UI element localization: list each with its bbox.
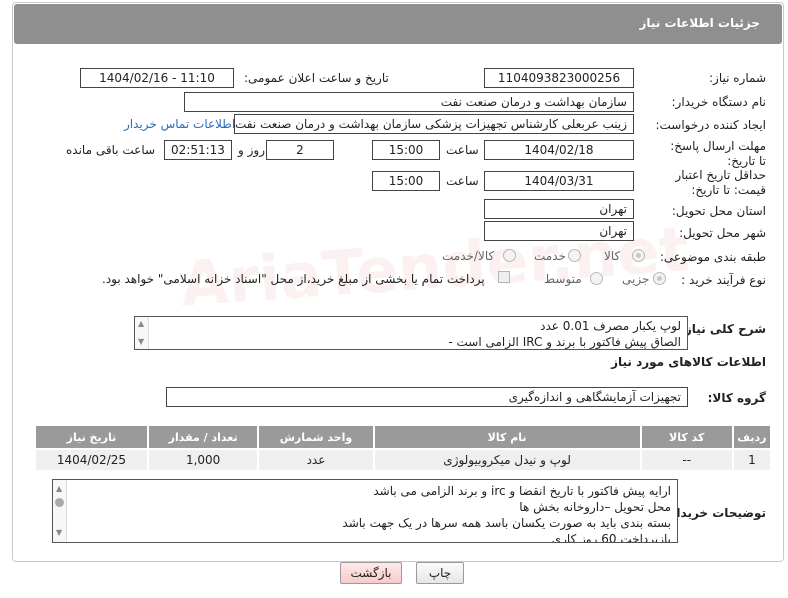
buyer-label: نام دستگاه خریدار: bbox=[671, 95, 767, 109]
remaining-time-field: 02:51:13 bbox=[164, 140, 232, 160]
city-field: تهران bbox=[484, 221, 634, 241]
category-option-service: خدمت bbox=[534, 249, 566, 263]
buyer-note-line-3: بسته بندی باید به صورت یکسان باسد همه سر… bbox=[342, 516, 671, 530]
col-header-item-name: نام کالا bbox=[372, 424, 642, 450]
announce-field: 1404/02/16 - 11:10 bbox=[80, 68, 234, 88]
city-label: شهر محل تحویل: bbox=[679, 226, 766, 240]
col-header-item-code: کد کالا bbox=[639, 424, 734, 450]
category-option-both: کالا/خدمت bbox=[442, 249, 495, 263]
buyer-field: سازمان بهداشت و درمان صنعت نفت bbox=[184, 92, 634, 112]
scroll-down-icon[interactable]: ▼ bbox=[56, 528, 62, 537]
category-label: طبقه بندی موضوعی: bbox=[659, 250, 766, 264]
days-label: روز و bbox=[238, 143, 265, 157]
summary-scrollbar[interactable]: ▲ ▼ bbox=[135, 317, 149, 349]
col-header-unit: واحد شمارش bbox=[257, 424, 375, 450]
category-radio-service[interactable] bbox=[568, 249, 581, 262]
page-title: جزئیات اطلاعات نیاز bbox=[639, 16, 760, 30]
process-option-minor: جزیی bbox=[622, 272, 650, 286]
header-bar: جزئیات اطلاعات نیاز bbox=[14, 4, 782, 44]
validity-time-label: ساعت bbox=[446, 174, 479, 188]
col-header-quantity: تعداد / مقدار bbox=[146, 424, 260, 450]
goods-section-title: اطلاعات کالاهای مورد نیاز bbox=[611, 355, 766, 369]
treasury-checkbox[interactable] bbox=[498, 271, 510, 283]
summary-line-1: لوپ یکبار مصرف 0.01 عدد bbox=[540, 319, 681, 333]
col-header-need-date: تاریخ نیاز bbox=[34, 424, 149, 450]
table-row: 1 -- لوپ و نیدل میکروبیولوژی عدد 1,000 1… bbox=[34, 448, 773, 472]
deadline-time-label: ساعت bbox=[446, 143, 479, 157]
buyer-note-line-2: محل تحویل –داروخانه بخش ها bbox=[519, 500, 671, 514]
remaining-label: ساعت باقی مانده bbox=[66, 143, 156, 157]
category-radio-both[interactable] bbox=[503, 249, 516, 262]
buyer-note-line-4: بازپرداخت 60 روز کاری bbox=[551, 532, 671, 543]
buyer-notes-scrollbar[interactable]: ▲ ▼ bbox=[53, 480, 67, 542]
goods-table: ردیف کد کالا نام کالا واحد شمارش تعداد /… bbox=[34, 424, 773, 472]
cell-quantity: 1,000 bbox=[146, 448, 260, 472]
summary-label: شرح کلی نیاز: bbox=[680, 322, 766, 336]
process-label: نوع فرآیند خرید : bbox=[681, 273, 766, 287]
category-option-goods: کالا bbox=[604, 249, 621, 263]
deadline-date-field: 1404/02/18 bbox=[484, 140, 634, 160]
summary-textarea[interactable]: لوپ یکبار مصرف 0.01 عدد الصاق پیش فاکتور… bbox=[134, 316, 688, 350]
cell-item-code: -- bbox=[639, 448, 734, 472]
validity-date-field: 1404/03/31 bbox=[484, 171, 634, 191]
process-option-medium: متوسط bbox=[544, 272, 582, 286]
deadline-time-field: 15:00 bbox=[372, 140, 440, 160]
province-label: استان محل تحویل: bbox=[671, 204, 766, 218]
treasury-note: پرداخت تمام یا بخشی از مبلغ خرید،از محل … bbox=[102, 272, 485, 286]
creator-field: زینب عربعلی کارشناس تجهیزات پزشکی سازمان… bbox=[234, 114, 634, 134]
buyer-notes-label: توضیحات خریدار: bbox=[664, 506, 766, 520]
buyer-notes-textarea[interactable]: ارایه پیش فاکتور با تاریخ انقضا و irc و … bbox=[52, 479, 678, 543]
back-button[interactable]: بازگشت bbox=[340, 562, 402, 584]
cell-unit: عدد bbox=[257, 448, 375, 472]
goods-group-label: گروه کالا: bbox=[707, 391, 766, 405]
scroll-up-icon[interactable]: ▲ bbox=[138, 319, 144, 328]
validity-label: حداقل تاریخ اعتبار قیمت: تا تاریخ: bbox=[675, 168, 766, 197]
buyer-contact-link[interactable]: اطلاعات تماس خریدار bbox=[124, 117, 235, 131]
validity-time-field: 15:00 bbox=[372, 171, 440, 191]
announce-label: تاریخ و ساعت اعلان عمومی: bbox=[244, 71, 389, 85]
summary-line-2: الصاق پیش فاکتور با برند و IRC الزامی اس… bbox=[448, 335, 681, 349]
cell-item-name: لوپ و نیدل میکروبیولوژی bbox=[372, 448, 642, 472]
cell-row-number: 1 bbox=[731, 448, 773, 472]
days-field: 2 bbox=[266, 140, 334, 160]
table-header-row: ردیف کد کالا نام کالا واحد شمارش تعداد /… bbox=[34, 424, 773, 450]
buyer-note-line-1: ارایه پیش فاکتور با تاریخ انقضا و irc و … bbox=[373, 484, 671, 498]
col-header-row-number: ردیف bbox=[731, 424, 773, 450]
scroll-thumb-icon[interactable] bbox=[55, 498, 64, 507]
need-number-label: شماره نیاز: bbox=[709, 71, 766, 85]
deadline-label: مهلت ارسال پاسخ: تا تاریخ: bbox=[670, 139, 766, 168]
creator-label: ایجاد کننده درخواست: bbox=[655, 118, 766, 132]
goods-group-field: تجهیزات آزمایشگاهی و اندازه‌گیری bbox=[166, 387, 688, 407]
cell-need-date: 1404/02/25 bbox=[34, 448, 149, 472]
province-field: تهران bbox=[484, 199, 634, 219]
scroll-up-icon[interactable]: ▲ bbox=[56, 484, 62, 493]
process-radio-medium[interactable] bbox=[590, 272, 603, 285]
need-number-field: 1104093823000256 bbox=[484, 68, 634, 88]
category-radio-goods[interactable] bbox=[632, 249, 645, 262]
scroll-down-icon[interactable]: ▼ bbox=[138, 337, 144, 346]
print-button[interactable]: چاپ bbox=[416, 562, 464, 584]
process-radio-minor[interactable] bbox=[653, 272, 666, 285]
